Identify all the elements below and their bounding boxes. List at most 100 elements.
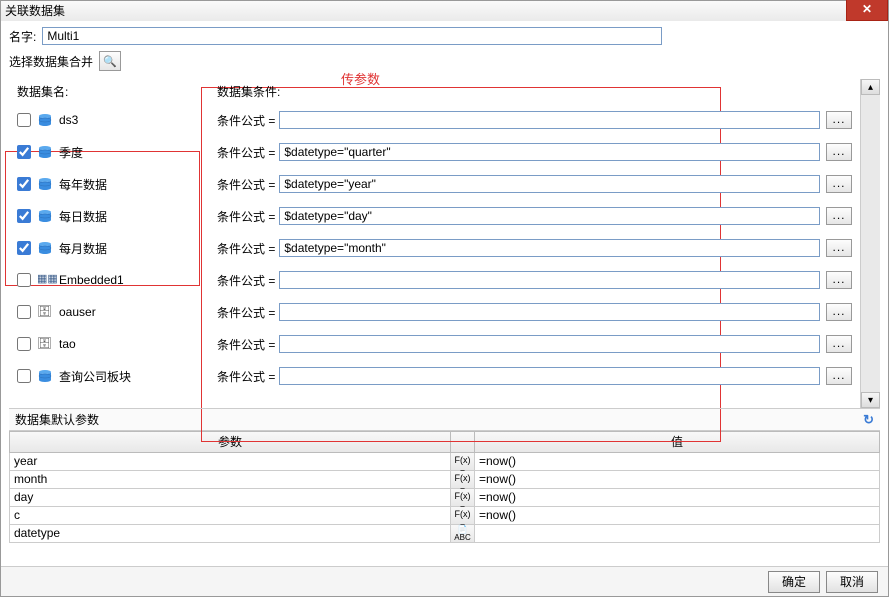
dataset-item[interactable]: 🗄 tao bbox=[17, 330, 201, 358]
close-button[interactable]: ✕ bbox=[846, 0, 888, 21]
window-title: 关联数据集 bbox=[5, 4, 65, 18]
cancel-button[interactable]: 取消 bbox=[826, 571, 878, 593]
condition-more-button[interactable]: ... bbox=[826, 335, 852, 353]
dataset-checkbox[interactable] bbox=[17, 209, 31, 223]
param-row: dayF(x)▾=now() bbox=[9, 489, 880, 507]
condition-more-button[interactable]: ... bbox=[826, 303, 852, 321]
condition-row: 条件公式 =... bbox=[217, 330, 852, 358]
param-row: cF(x)▾=now() bbox=[9, 507, 880, 525]
dataset-checkbox[interactable] bbox=[17, 177, 31, 191]
condition-label: 条件公式 = bbox=[217, 208, 275, 225]
condition-more-button[interactable]: ... bbox=[826, 175, 852, 193]
condition-more-button[interactable]: ... bbox=[826, 111, 852, 129]
ok-button[interactable]: 确定 bbox=[768, 571, 820, 593]
param-name-cell[interactable]: day bbox=[9, 489, 451, 507]
dataset-checkbox[interactable] bbox=[17, 337, 31, 351]
dataset-label: 查询公司板块 bbox=[59, 368, 131, 385]
param-name-cell[interactable]: month bbox=[9, 471, 451, 489]
dataset-label: 每月数据 bbox=[59, 240, 107, 257]
condition-more-button[interactable]: ... bbox=[826, 367, 852, 385]
condition-label: 条件公式 = bbox=[217, 368, 275, 385]
param-value-cell[interactable]: =now() bbox=[475, 507, 880, 525]
param-header-value: 值 bbox=[475, 431, 880, 453]
param-fx-button[interactable]: F(x)▾ bbox=[451, 471, 475, 489]
dataset-label: tao bbox=[59, 337, 76, 351]
dataset-item[interactable]: 每日数据 bbox=[17, 202, 201, 230]
dataset-checkbox[interactable] bbox=[17, 241, 31, 255]
condition-label: 条件公式 = bbox=[217, 240, 275, 257]
server-icon: 🗄 bbox=[37, 304, 53, 320]
dataset-label: oauser bbox=[59, 305, 96, 319]
condition-input[interactable] bbox=[279, 271, 820, 289]
param-header-name: 参数 bbox=[9, 431, 451, 453]
param-name-cell[interactable]: datetype bbox=[9, 525, 451, 543]
param-fx-button[interactable]: 📄ABC bbox=[451, 525, 475, 543]
condition-input[interactable] bbox=[279, 111, 820, 129]
condition-row: 条件公式 =... bbox=[217, 266, 852, 294]
condition-row: 条件公式 =... bbox=[217, 362, 852, 390]
dataset-item[interactable]: 每月数据 bbox=[17, 234, 201, 262]
param-fx-button[interactable]: F(x)▾ bbox=[451, 489, 475, 507]
condition-input[interactable] bbox=[279, 367, 820, 385]
database-icon bbox=[37, 368, 53, 384]
param-value-cell[interactable]: =now() bbox=[475, 471, 880, 489]
scrollbar[interactable]: ▴ ▾ bbox=[860, 79, 880, 408]
magnifier-icon: 🔍 bbox=[103, 55, 117, 68]
database-icon bbox=[37, 112, 53, 128]
dataset-item[interactable]: 季度 bbox=[17, 138, 201, 166]
dataset-item[interactable]: ds3 bbox=[17, 106, 201, 134]
condition-input[interactable] bbox=[279, 207, 820, 225]
dataset-checkbox[interactable] bbox=[17, 113, 31, 127]
condition-input[interactable] bbox=[279, 143, 820, 161]
condition-input[interactable] bbox=[279, 303, 820, 321]
dataset-column-header: 数据集名: bbox=[17, 83, 201, 100]
magnifier-button[interactable]: 🔍 bbox=[99, 51, 121, 71]
condition-more-button[interactable]: ... bbox=[826, 143, 852, 161]
dataset-label: ds3 bbox=[59, 113, 78, 127]
scroll-up-icon[interactable]: ▴ bbox=[861, 79, 880, 95]
dataset-item[interactable]: ▦▦Embedded1 bbox=[17, 266, 201, 294]
server-icon: 🗄 bbox=[37, 336, 53, 352]
condition-row: 条件公式 =... bbox=[217, 234, 852, 262]
dataset-item[interactable]: 查询公司板块 bbox=[17, 362, 201, 390]
param-row: monthF(x)▾=now() bbox=[9, 471, 880, 489]
condition-input[interactable] bbox=[279, 335, 820, 353]
param-value-cell[interactable]: =now() bbox=[475, 489, 880, 507]
database-icon bbox=[37, 208, 53, 224]
dataset-checkbox[interactable] bbox=[17, 145, 31, 159]
condition-more-button[interactable]: ... bbox=[826, 207, 852, 225]
condition-more-button[interactable]: ... bbox=[826, 239, 852, 257]
refresh-icon[interactable]: ↻ bbox=[863, 412, 874, 428]
param-value-cell[interactable] bbox=[475, 525, 880, 543]
dataset-checkbox[interactable] bbox=[17, 369, 31, 383]
condition-more-button[interactable]: ... bbox=[826, 271, 852, 289]
param-value-cell[interactable]: =now() bbox=[475, 453, 880, 471]
param-name-cell[interactable]: year bbox=[9, 453, 451, 471]
param-row: yearF(x)▾=now() bbox=[9, 453, 880, 471]
param-fx-button[interactable]: F(x)▾ bbox=[451, 453, 475, 471]
param-fx-button[interactable]: F(x)▾ bbox=[451, 507, 475, 525]
condition-label: 条件公式 = bbox=[217, 304, 275, 321]
condition-input[interactable] bbox=[279, 175, 820, 193]
condition-row: 条件公式 =... bbox=[217, 202, 852, 230]
dataset-item[interactable]: 每年数据 bbox=[17, 170, 201, 198]
condition-label: 条件公式 = bbox=[217, 336, 275, 353]
dataset-label: 季度 bbox=[59, 144, 83, 161]
merge-label: 选择数据集合并 bbox=[9, 53, 93, 70]
condition-label: 条件公式 = bbox=[217, 112, 275, 129]
param-name-cell[interactable]: c bbox=[9, 507, 451, 525]
database-icon bbox=[37, 176, 53, 192]
condition-column-header: 数据集条件: bbox=[217, 83, 852, 100]
param-row: datetype📄ABC bbox=[9, 525, 880, 543]
dataset-item[interactable]: 🗄 oauser bbox=[17, 298, 201, 326]
name-input[interactable] bbox=[42, 27, 662, 45]
condition-row: 条件公式 =... bbox=[217, 170, 852, 198]
condition-input[interactable] bbox=[279, 239, 820, 257]
database-icon bbox=[37, 144, 53, 160]
dataset-checkbox[interactable] bbox=[17, 273, 31, 287]
scroll-down-icon[interactable]: ▾ bbox=[861, 392, 880, 408]
dataset-checkbox[interactable] bbox=[17, 305, 31, 319]
dataset-label: 每日数据 bbox=[59, 208, 107, 225]
database-icon bbox=[37, 240, 53, 256]
table-icon: ▦▦ bbox=[37, 272, 53, 288]
